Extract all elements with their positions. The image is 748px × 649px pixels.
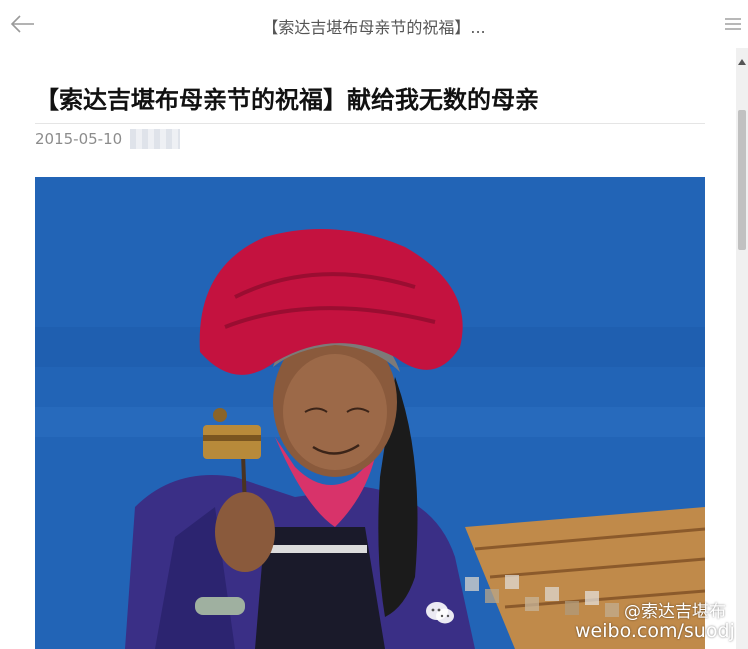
back-button[interactable]	[8, 10, 38, 38]
article-photo	[35, 177, 705, 649]
wechat-logo-icon	[425, 600, 455, 626]
menu-button[interactable]	[722, 14, 744, 34]
watermark-url: weibo.com/suodj	[575, 620, 735, 642]
scroll-up-button[interactable]	[736, 52, 748, 65]
back-arrow-icon	[10, 15, 34, 33]
scrollbar-thumb[interactable]	[738, 110, 746, 250]
menu-icon	[725, 18, 741, 30]
watermark-handle: @索达吉堪布	[624, 602, 726, 622]
author-link-blurred[interactable]	[130, 129, 180, 149]
window-title: 【索达吉堪布母亲节的祝福】...	[262, 18, 486, 37]
vertical-scrollbar[interactable]	[736, 48, 748, 649]
title-divider	[35, 123, 705, 124]
top-bar: 【索达吉堪布母亲节的祝福】...	[0, 0, 748, 48]
scroll-up-arrow-icon	[738, 59, 746, 65]
post-date: 2015-05-10	[35, 130, 123, 148]
photo-illustration	[35, 177, 705, 649]
article-title: 【索达吉堪布母亲节的祝福】献给我无数的母亲	[35, 86, 539, 114]
